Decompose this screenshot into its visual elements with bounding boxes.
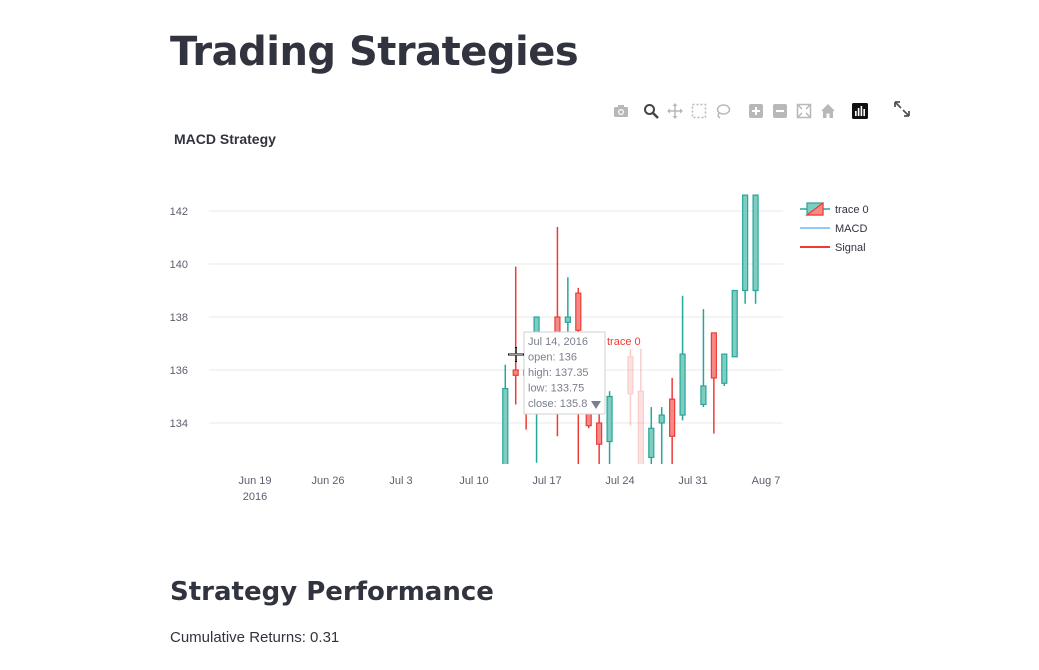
x-tick-label: Jul 3	[389, 475, 412, 487]
candle-body	[658, 414, 665, 424]
y-tick-label: 140	[170, 259, 188, 271]
candle-body	[596, 422, 603, 445]
zoom-icon[interactable]	[641, 101, 661, 121]
candle-body	[721, 353, 728, 384]
legend-item-signal[interactable]: Signal	[800, 242, 866, 254]
candlestick[interactable]	[679, 295, 686, 421]
tooltip-trace-label: trace 0	[607, 336, 641, 348]
candlestick[interactable]	[669, 377, 676, 465]
reset-axes-icon[interactable]	[818, 101, 838, 121]
candle-body	[648, 427, 655, 459]
candle-body	[752, 194, 759, 292]
candle-body	[700, 385, 707, 406]
candlestick[interactable]	[700, 309, 707, 408]
strategy-performance-heading: Strategy Performance	[170, 577, 494, 607]
candle-body	[512, 369, 519, 376]
chart-modebar	[609, 101, 879, 123]
candlestick[interactable]	[742, 194, 749, 304]
candle-body	[731, 289, 738, 358]
candle-body	[637, 390, 644, 464]
legend-label: MACD	[835, 223, 867, 235]
candlestick[interactable]	[627, 348, 634, 426]
candlestick[interactable]	[512, 266, 519, 405]
x-tick-label: Jul 31	[678, 475, 707, 487]
x-tick-label: Jun 26	[311, 475, 344, 487]
tooltip-line: close: 135.8	[528, 398, 587, 410]
autoscale-icon[interactable]	[794, 101, 814, 121]
plotly-logo-icon[interactable]	[850, 101, 870, 121]
tooltip-line: low: 133.75	[528, 383, 584, 395]
zoom-out-icon[interactable]	[770, 101, 790, 121]
candlestick[interactable]	[658, 407, 665, 465]
box-select-icon[interactable]	[689, 101, 709, 121]
chart-gridlines	[209, 210, 783, 424]
candle-body	[627, 356, 634, 395]
candlestick[interactable]	[721, 353, 728, 386]
chart-title: MACD Strategy	[174, 131, 276, 147]
x-tick-label: Jul 24	[605, 475, 634, 487]
x-tick-label: Jun 19	[238, 475, 271, 487]
y-tick-label: 134	[170, 418, 188, 430]
x-tick-year: 2016	[243, 491, 267, 503]
y-tick-label: 136	[170, 365, 188, 377]
x-tick-label: Jul 17	[532, 475, 561, 487]
candlestick[interactable]	[502, 364, 509, 466]
candle-body	[669, 398, 676, 437]
x-tick-label: Jul 10	[459, 475, 488, 487]
candlestick[interactable]	[710, 332, 717, 434]
chart-canvas[interactable]: MACD Strategy 134136138140142 Jun 19 Jun …	[160, 125, 920, 525]
chart-legend[interactable]: trace 0 MACD Signal	[800, 201, 869, 254]
fullscreen-icon[interactable]	[892, 99, 912, 119]
pan-icon[interactable]	[665, 101, 685, 121]
x-axis: Jun 19 Jun 26 Jul 3 Jul 10 Jul 17 Jul 24 Jul 3…	[238, 475, 780, 503]
candlestick[interactable]	[731, 289, 738, 358]
legend-item-trace0[interactable]: trace 0	[800, 201, 869, 216]
legend-label: trace 0	[835, 204, 869, 216]
candle-body	[575, 292, 582, 331]
crosshair-cursor-icon	[508, 347, 524, 362]
camera-icon[interactable]	[611, 101, 631, 121]
tooltip-line: Jul 14, 2016	[528, 336, 588, 348]
tooltip-line: high: 137.35	[528, 367, 589, 379]
candlestick[interactable]	[648, 407, 655, 465]
page-title: Trading Strategies	[170, 29, 579, 75]
y-tick-label: 138	[170, 312, 188, 324]
candle-body	[710, 332, 717, 379]
candlestick-chart[interactable]: MACD Strategy 134 136 138 140 142 Jun 19 Jun …	[160, 125, 920, 525]
candle-body	[742, 194, 749, 292]
candle-body	[502, 387, 509, 464]
cumulative-returns-text: Cumulative Returns: 0.31	[170, 629, 340, 646]
candle-body	[564, 316, 571, 323]
y-tick-label: 142	[170, 206, 188, 218]
candlestick[interactable]	[752, 194, 759, 304]
candle-body	[606, 395, 613, 443]
candlestick-series[interactable]	[502, 194, 759, 466]
hover-tooltip: Jul 14, 2016 open: 136 high: 137.35 low: 13…	[523, 331, 641, 415]
x-tick-label: Aug 7	[752, 475, 781, 487]
tooltip-line: open: 136	[528, 352, 577, 364]
zoom-in-icon[interactable]	[746, 101, 766, 121]
legend-label: Signal	[835, 242, 866, 254]
candlestick[interactable]	[637, 348, 644, 466]
y-axis: 134 136 138 140 142	[170, 206, 188, 430]
lasso-select-icon[interactable]	[713, 101, 733, 121]
legend-item-macd[interactable]: MACD	[800, 223, 867, 235]
candlestick[interactable]	[606, 391, 613, 465]
candle-body	[679, 353, 686, 416]
